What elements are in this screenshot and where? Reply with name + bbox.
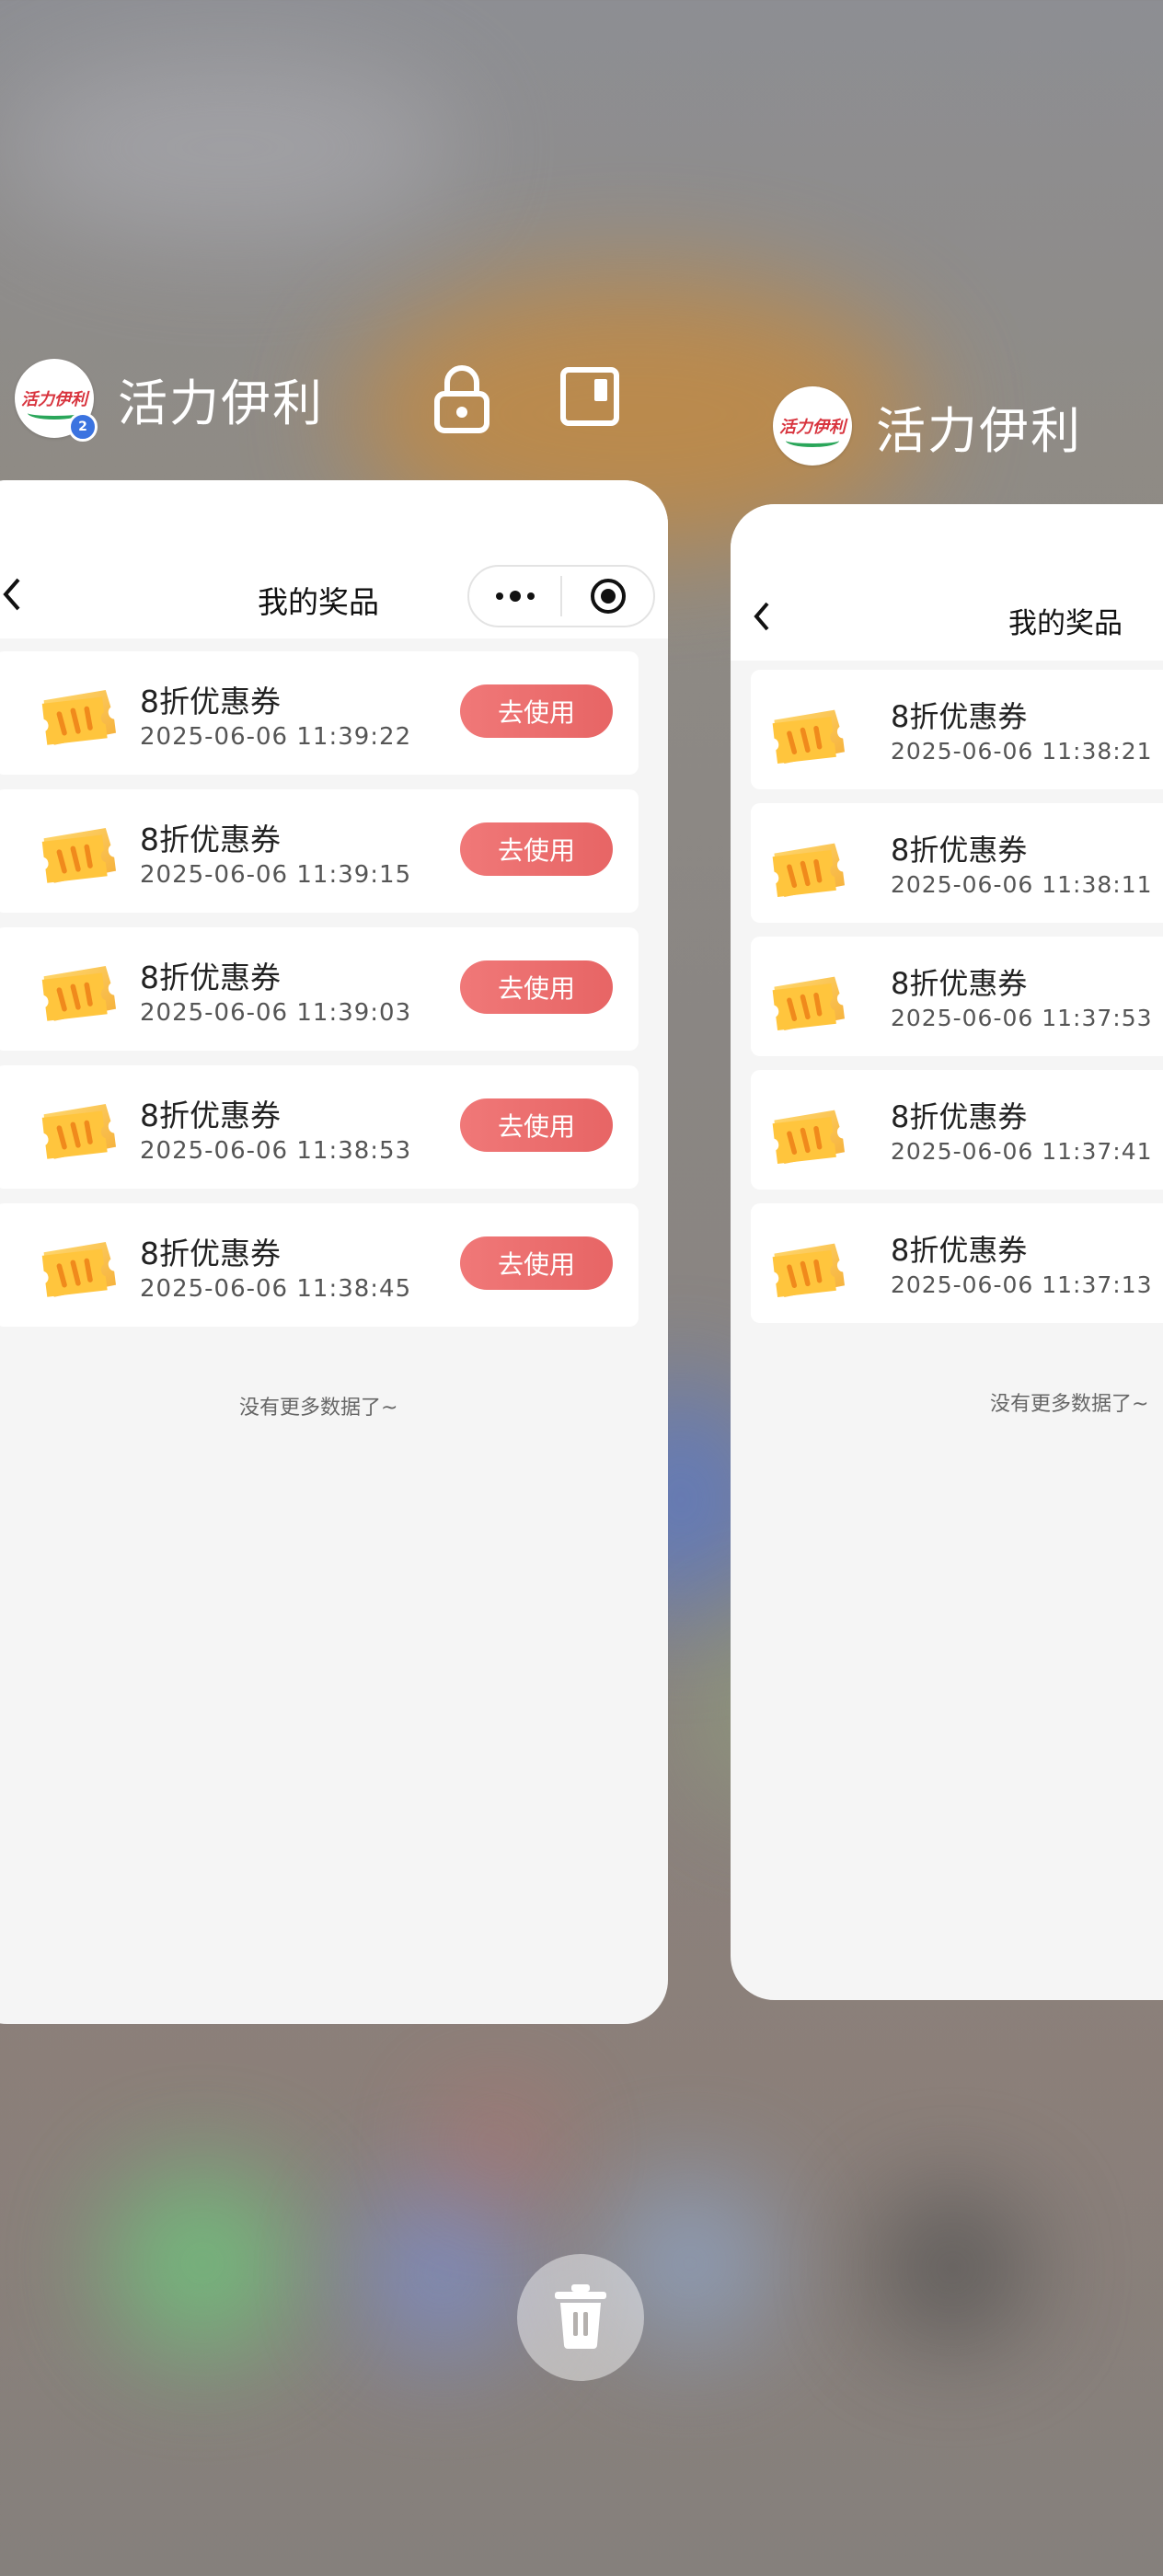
card-nav-bar: 我的奖品 [0,480,668,638]
coupon-ticket-icon [39,1233,116,1306]
coupon-time: 2025-06-06 11:39:03 [140,999,412,1027]
no-more-data-text: 没有更多数据了~ [990,1393,1149,1416]
coupon-ticket-icon [769,1101,845,1173]
prize-list-item[interactable]: 8折优惠券 2025-06-06 11:39:03 去使用 [0,927,639,1051]
coupon-ticket-icon [39,681,116,754]
coupon-title: 8折优惠券 [140,1236,281,1271]
back-icon[interactable] [0,576,24,616]
coupon-title: 8折优惠券 [891,1233,1028,1268]
coupon-time: 2025-06-06 11:38:11 [891,871,1153,898]
coupon-title: 8折优惠券 [140,822,281,857]
app-name: 活力伊利 [876,401,1082,460]
app-header-right[interactable]: 活力伊利 活力伊利 [773,386,1082,466]
app-header-left[interactable]: 活力伊利 2 活力伊利 [15,359,324,442]
use-coupon-button[interactable]: 去使用 [460,684,613,738]
use-coupon-button[interactable]: 去使用 [460,822,613,876]
app-badge: 2 [68,412,98,442]
app-card-left[interactable]: 我的奖品 8折优惠券 2025-06-06 11:39:22 去使用 8折优惠券… [0,480,668,2024]
more-icon[interactable] [469,567,560,626]
mini-program-capsule [467,565,655,627]
logo-swoosh [786,434,839,447]
use-coupon-button[interactable]: 去使用 [460,1236,613,1290]
app-name: 活力伊利 [118,374,324,432]
page-title: 我的奖品 [1008,607,1123,640]
coupon-ticket-icon [39,819,116,892]
prize-list-item[interactable]: 8折优惠券 2025-06-06 11:39:22 去使用 [0,651,639,775]
prize-list-item[interactable]: 8折优惠券 2025-06-06 11:38:45 去使用 [0,1203,639,1327]
close-target-icon[interactable] [562,567,653,626]
use-coupon-button[interactable]: 去使用 [460,960,613,1014]
coupon-time: 2025-06-06 11:37:41 [891,1138,1153,1165]
coupon-time: 2025-06-06 11:38:53 [140,1137,412,1165]
coupon-time: 2025-06-06 11:39:22 [140,723,412,751]
prize-list-item[interactable]: 8折优惠券 2025-06-06 11:38:21 [751,670,1163,789]
prize-list-item[interactable]: 8折优惠券 2025-06-06 11:37:13 [751,1203,1163,1323]
prize-list-item[interactable]: 8折优惠券 2025-06-06 11:38:53 去使用 [0,1065,639,1189]
coupon-title: 8折优惠券 [891,1099,1028,1134]
prize-list-item[interactable]: 8折优惠券 2025-06-06 11:37:41 [751,1070,1163,1190]
coupon-title: 8折优惠券 [891,699,1028,734]
page-title: 我的奖品 [258,584,379,620]
lock-icon[interactable] [432,362,491,438]
split-screen-icon[interactable] [559,366,620,431]
coupon-ticket-icon [769,834,845,906]
prize-list-item[interactable]: 8折优惠券 2025-06-06 11:38:11 [751,803,1163,923]
coupon-title: 8折优惠券 [891,833,1028,868]
coupon-time: 2025-06-06 11:38:45 [140,1275,412,1303]
coupon-time: 2025-06-06 11:38:21 [891,738,1153,765]
coupon-time: 2025-06-06 11:37:13 [891,1271,1153,1298]
card-nav-bar: 我的奖品 [731,504,1163,661]
coupon-title: 8折优惠券 [140,960,281,995]
back-icon[interactable] [751,600,773,637]
use-coupon-button[interactable]: 去使用 [460,1098,613,1152]
coupon-ticket-icon [769,1235,845,1306]
app-logo: 活力伊利 2 [15,359,98,442]
trash-icon [551,2283,610,2352]
app-card-right[interactable]: 我的奖品 8折优惠券 2025-06-06 11:38:21 8折优惠券 2025-… [731,504,1163,2000]
coupon-title: 8折优惠券 [140,684,281,719]
coupon-time: 2025-06-06 11:37:53 [891,1005,1153,1031]
no-more-data-text: 没有更多数据了~ [239,1397,398,1420]
coupon-ticket-icon [769,968,845,1040]
prize-list-item[interactable]: 8折优惠券 2025-06-06 11:37:53 [751,937,1163,1056]
coupon-title: 8折优惠券 [891,966,1028,1001]
prize-list-item[interactable]: 8折优惠券 2025-06-06 11:39:15 去使用 [0,789,639,913]
coupon-title: 8折优惠券 [140,1098,281,1133]
clear-all-button[interactable] [517,2254,644,2381]
app-logo: 活力伊利 [773,386,852,466]
coupon-ticket-icon [769,701,845,773]
coupon-time: 2025-06-06 11:39:15 [140,861,412,889]
coupon-ticket-icon [39,957,116,1030]
coupon-ticket-icon [39,1095,116,1168]
